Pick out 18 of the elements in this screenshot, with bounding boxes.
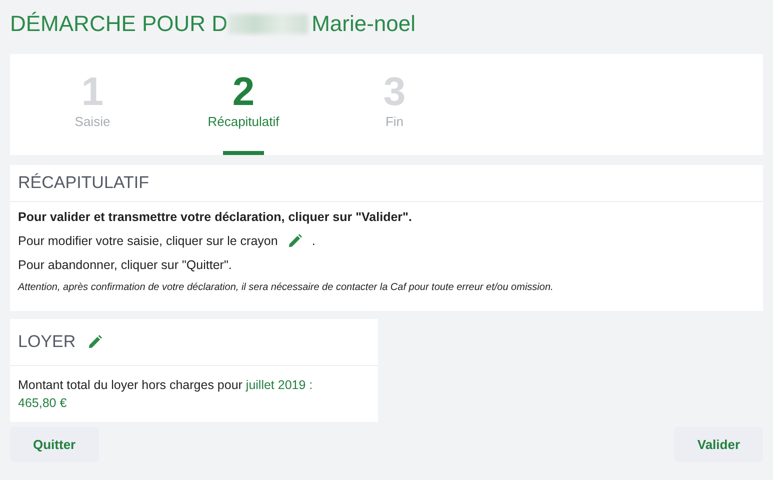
instruction-text: Pour abandonner, cliquer sur "Quitter". [18,258,233,272]
step-tab[interactable]: 2 Récapitulatif [168,54,319,155]
section-title: RÉCAPITULATIF [18,173,149,193]
action-button[interactable]: Valider [674,427,763,462]
rent-label: Montant total du loyer hors charges pour [18,378,242,392]
instruction-text: Pour modifier votre saisie, cliquer sur le crayon [18,234,278,248]
warning-text: Attention, après confirmation de votre déclaration, il sera nécessaire de contacter la Caf pour toute erreur et/ou omission. [18,282,554,293]
edit-pencil-icon[interactable] [88,335,102,349]
active-step-underline [223,151,264,155]
action-button[interactable]: Quitter [10,427,99,462]
instruction-text: Pour valider et transmettre votre déclaration, cliquer sur "Valider". [18,210,413,224]
page-title: Marie-noel [312,11,416,37]
page-title: DÉMARCHE POUR D [10,11,228,37]
section-title: LOYER [18,332,76,352]
rent-period: juillet 2019 : [246,378,313,392]
pencil-icon[interactable] [288,234,302,248]
instruction-text: . [312,234,316,248]
rent-amount: 465,80 € [18,396,67,410]
